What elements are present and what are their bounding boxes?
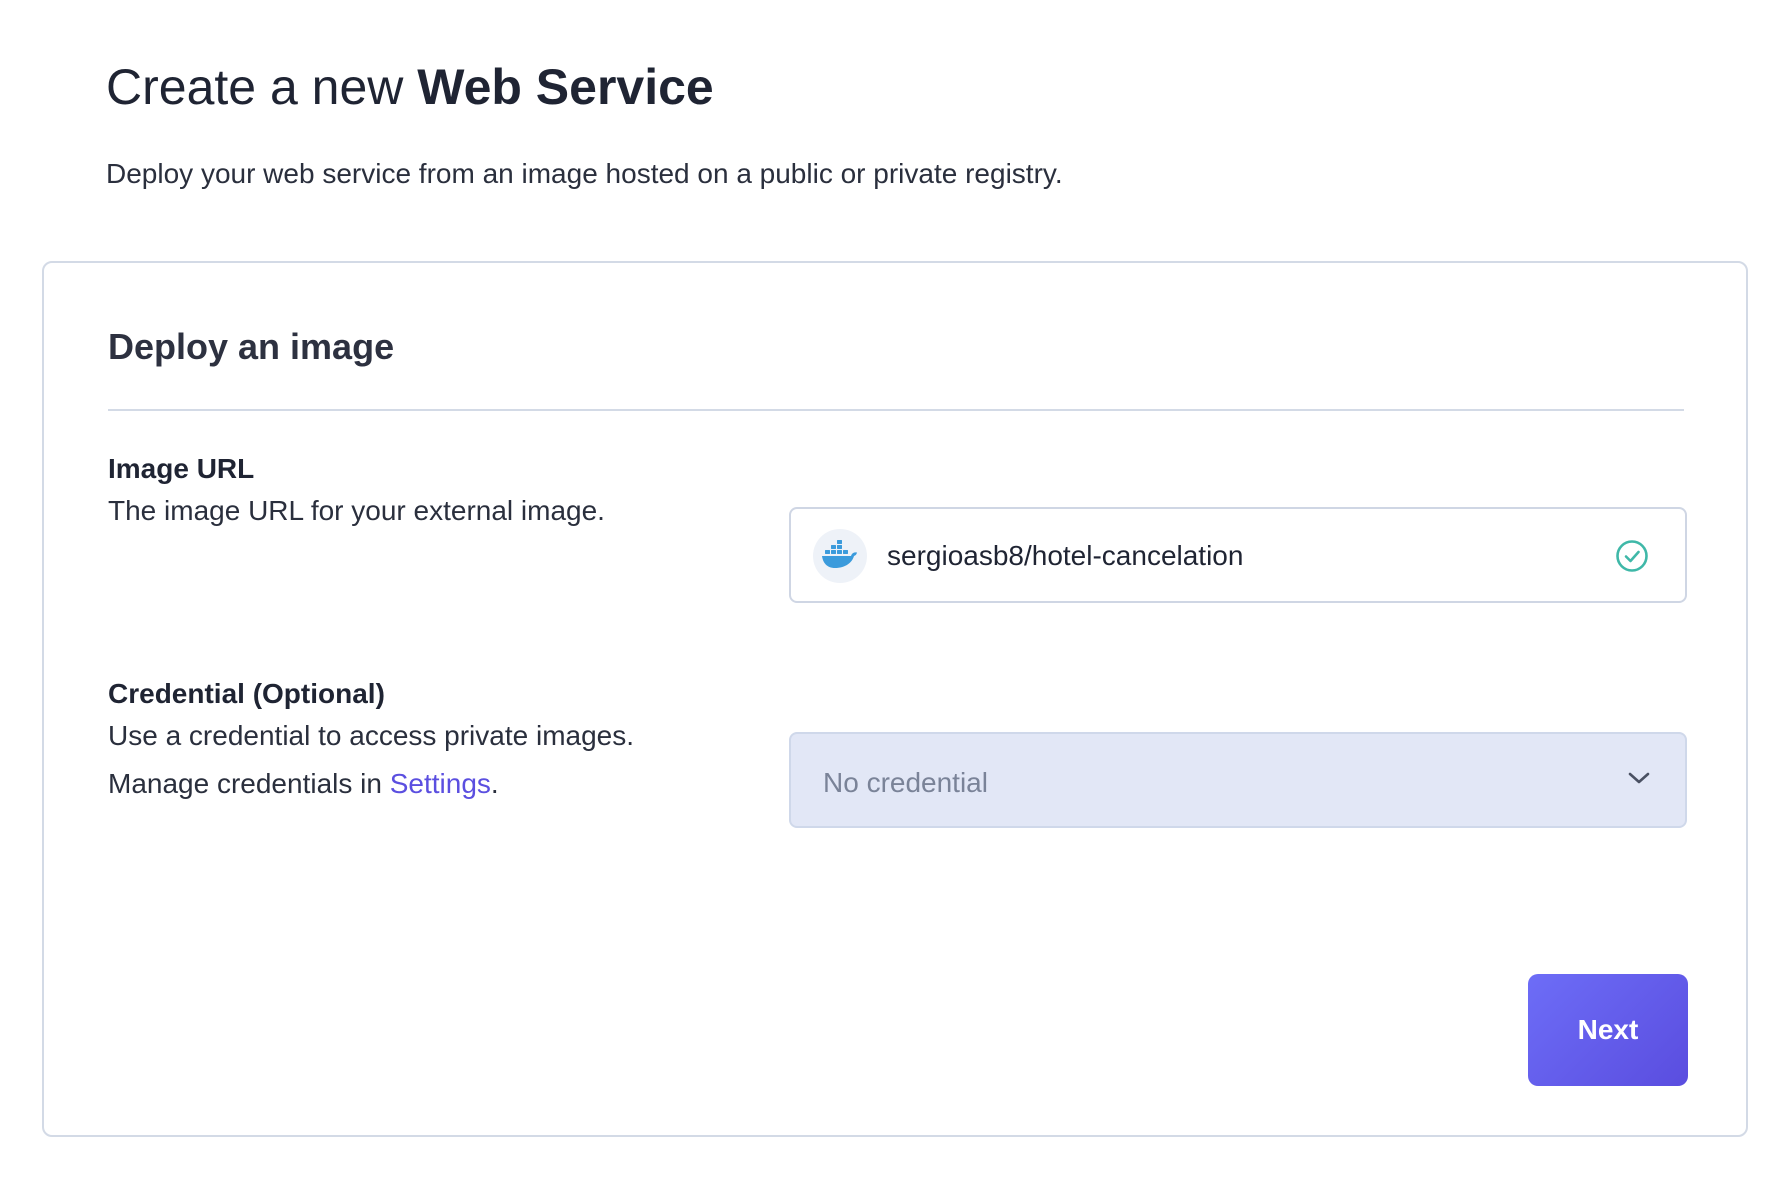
check-circle-icon [1615,539,1649,578]
credential-label: Credential (Optional) [108,678,385,709]
deploy-image-card: Deploy an image Image URL The image URL … [42,261,1748,1137]
page-subtitle: Deploy your web service from an image ho… [106,158,1063,189]
credential-description: Use a credential to access private image… [108,720,635,751]
manage-credentials-text: Manage credentials in Settings. [108,764,499,804]
manage-credentials-suffix: . [490,768,499,799]
chevron-down-icon [1627,770,1651,791]
next-button[interactable]: Next [1528,974,1688,1086]
image-url-label: Image URL [108,453,255,484]
image-url-input[interactable]: sergioasb8/hotel-cancelation [789,507,1687,603]
card-divider [108,409,1684,411]
page-title-prefix: Create a new [106,59,418,115]
image-url-value: sergioasb8/hotel-cancelation [887,540,1244,571]
manage-credentials-prefix: Manage credentials in [108,768,390,799]
image-url-description: The image URL for your external image. [108,495,605,526]
credential-select-value: No credential [823,767,988,798]
credential-select[interactable]: No credential [789,732,1687,828]
card-title: Deploy an image [108,326,395,367]
page-title: Create a new Web Service [106,52,714,122]
docker-icon [813,529,867,583]
settings-link[interactable]: Settings [390,768,491,799]
page-title-strong: Web Service [417,59,714,115]
